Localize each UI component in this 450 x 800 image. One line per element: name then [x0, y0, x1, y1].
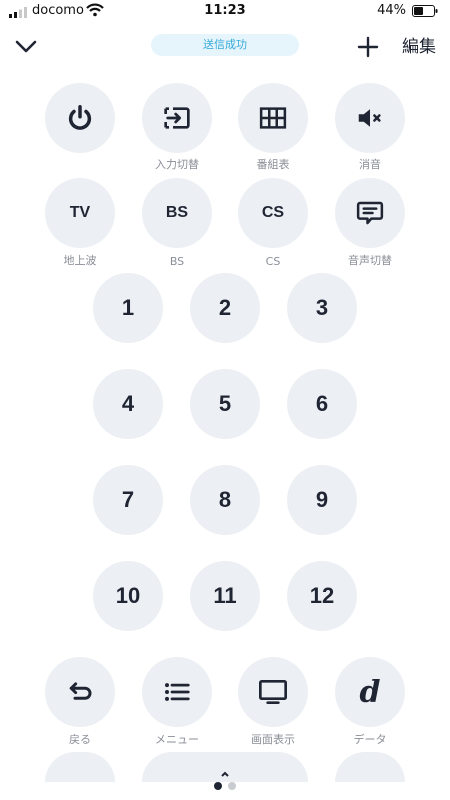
return-arrow-icon: [69, 682, 92, 700]
num-11-button[interactable]: 11: [190, 561, 260, 631]
terrestrial-button[interactable]: TV: [45, 178, 115, 248]
num-5-button[interactable]: 5: [190, 369, 260, 439]
num-6-button[interactable]: 6: [287, 369, 357, 439]
battery-icon: [412, 5, 438, 17]
num-9-button[interactable]: 9: [287, 465, 357, 535]
list-icon: [165, 683, 190, 701]
chevron-up-icon: [221, 771, 229, 777]
num-3-button[interactable]: 3: [287, 273, 357, 343]
page-dot-active[interactable]: [214, 782, 222, 790]
power-button[interactable]: [45, 83, 115, 153]
back-label: 戻る: [69, 733, 91, 746]
page-dot-inactive[interactable]: [228, 782, 236, 790]
mute-button[interactable]: [335, 83, 405, 153]
speech-bubble-icon: [356, 201, 384, 225]
num-1-text: 1: [121, 295, 135, 320]
battery-percent: 44%: [377, 3, 406, 18]
status-bar: docomo 11:23 44%: [0, 0, 450, 24]
program-guide-label: 番組表: [256, 158, 290, 171]
partial-button-left[interactable]: [45, 752, 115, 782]
input-switch-button[interactable]: [142, 83, 212, 153]
audio-switch-button[interactable]: [335, 178, 405, 248]
screen-display-button[interactable]: [238, 657, 308, 727]
num-1-button[interactable]: 1: [93, 273, 163, 343]
cs-label: CS: [265, 255, 281, 268]
monitor-icon: [259, 680, 287, 704]
data-button[interactable]: d: [335, 657, 405, 727]
num-10-text: 10: [115, 583, 141, 608]
data-label: データ: [353, 733, 387, 746]
num-8-text: 8: [218, 487, 232, 512]
num-6-text: 6: [315, 391, 329, 416]
num-11-text: 11: [213, 583, 237, 608]
back-button[interactable]: [45, 657, 115, 727]
menu-button[interactable]: [142, 657, 212, 727]
menu-label: メニュー: [155, 733, 199, 746]
cs-button[interactable]: CS: [238, 178, 308, 248]
terrestrial-label: 地上波: [63, 254, 97, 267]
num-8-button[interactable]: 8: [190, 465, 260, 535]
d-data-icon: d: [359, 674, 381, 710]
num-2-button[interactable]: 2: [190, 273, 260, 343]
num-5-text: 5: [218, 391, 232, 416]
send-success-toast: 送信成功: [151, 34, 299, 56]
bs-label: BS: [169, 255, 185, 268]
bs-text: BS: [165, 204, 189, 221]
num-4-button[interactable]: 4: [93, 369, 163, 439]
header: 送信成功 編集: [0, 24, 450, 68]
audio-switch-label: 音声切替: [348, 254, 392, 267]
input-switch-label: 入力切替: [155, 158, 199, 171]
num-12-button[interactable]: 12: [287, 561, 357, 631]
program-guide-button[interactable]: [238, 83, 308, 153]
input-switch-icon: [164, 107, 190, 129]
power-icon: [68, 105, 92, 130]
num-12-text: 12: [309, 583, 335, 608]
num-9-text: 9: [315, 487, 329, 512]
num-3-text: 3: [315, 295, 329, 320]
plus-icon[interactable]: [356, 35, 380, 59]
mute-label: 消音: [359, 158, 381, 171]
num-7-text: 7: [121, 487, 135, 512]
mute-icon: [358, 109, 381, 127]
num-4-text: 4: [121, 391, 135, 416]
chevron-down-icon[interactable]: [14, 35, 38, 59]
num-2-text: 2: [218, 295, 232, 320]
edit-button[interactable]: 編集: [402, 32, 436, 57]
cs-text: CS: [261, 204, 285, 221]
num-7-button[interactable]: 7: [93, 465, 163, 535]
bs-button[interactable]: BS: [142, 178, 212, 248]
screen-display-label: 画面表示: [251, 733, 295, 746]
page-indicator: [0, 782, 450, 792]
partial-button-center[interactable]: [142, 752, 308, 782]
grid-icon: [259, 107, 287, 129]
partial-button-right[interactable]: [335, 752, 405, 782]
num-10-button[interactable]: 10: [93, 561, 163, 631]
tv-text: TV: [69, 204, 91, 221]
